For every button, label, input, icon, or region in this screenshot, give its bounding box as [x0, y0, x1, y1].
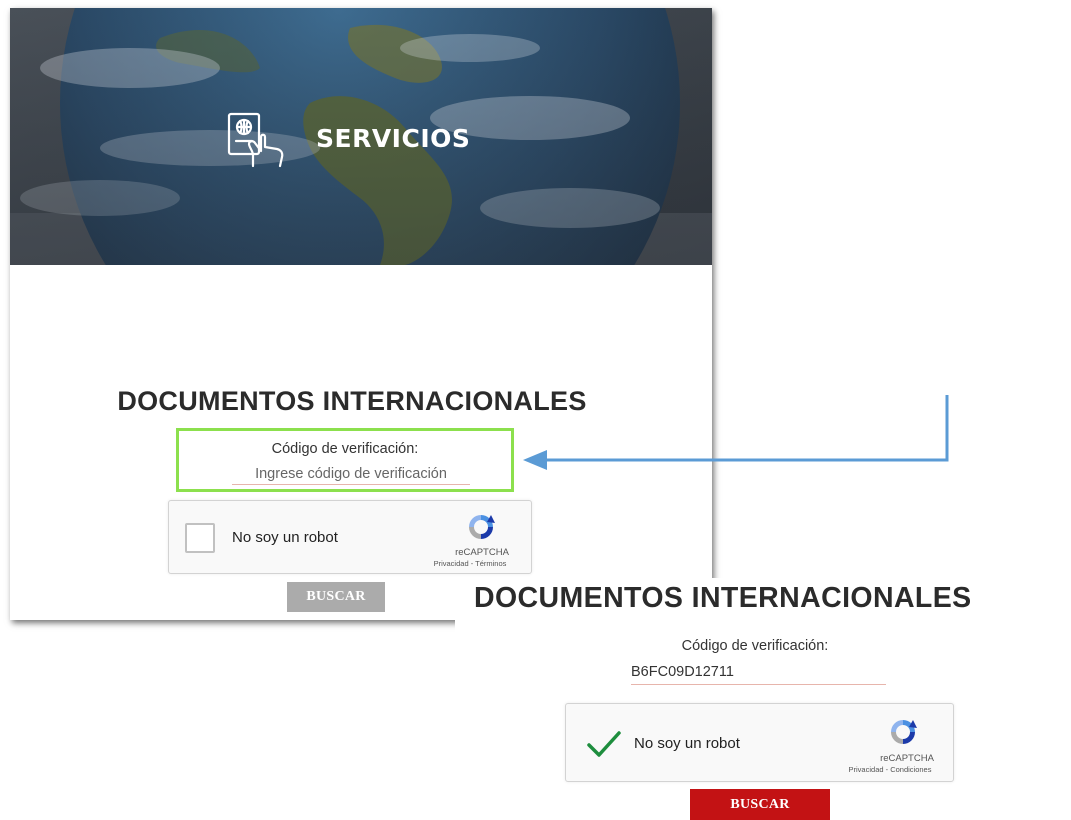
recaptcha-label: No soy un robot	[232, 529, 338, 546]
services-panel-after: DOCUMENTOS INTERNACIONALES Código de ver…	[455, 578, 1071, 820]
recaptcha-brand: reCAPTCHA	[455, 547, 509, 558]
verification-highlight-box: Código de verificación:	[176, 428, 514, 492]
hero-title: SERVICIOS	[316, 124, 471, 153]
verification-code-input[interactable]	[631, 660, 886, 685]
recaptcha-links[interactable]: Privacidad - Condiciones	[830, 765, 950, 774]
verification-label: Código de verificación:	[271, 441, 419, 457]
recaptcha-brand: reCAPTCHA	[880, 753, 934, 764]
verification-code-input[interactable]	[232, 464, 470, 485]
verification-label: Código de verificación:	[681, 638, 829, 654]
recaptcha-widget: No soy un robot reCAPTCHA Privacidad - T…	[168, 500, 532, 574]
services-panel-before: SERVICIOS DOCUMENTOS INTERNACIONALES Cód…	[10, 8, 712, 620]
recaptcha-checkbox[interactable]	[185, 523, 215, 553]
page-title: DOCUMENTOS INTERNACIONALES	[474, 582, 972, 614]
recaptcha-logo-icon	[891, 720, 917, 744]
recaptcha-widget: No soy un robot reCAPTCHA Privacidad - C…	[565, 703, 954, 782]
hero-banner: SERVICIOS	[10, 8, 712, 265]
passport-hand-icon	[227, 112, 284, 168]
recaptcha-logo-icon	[469, 515, 495, 539]
checkmark-icon[interactable]	[586, 730, 622, 758]
search-button[interactable]: BUSCAR	[287, 582, 385, 612]
callout-arrow	[523, 395, 949, 470]
recaptcha-label: No soy un robot	[634, 735, 740, 752]
search-button[interactable]: BUSCAR	[690, 789, 830, 820]
recaptcha-links[interactable]: Privacidad - Términos	[413, 559, 527, 568]
